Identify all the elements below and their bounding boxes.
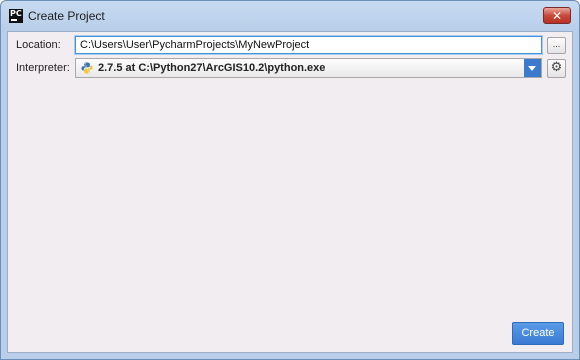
create-button[interactable]: Create xyxy=(512,322,564,345)
browse-button[interactable]: ... xyxy=(547,37,566,54)
interpreter-settings-button[interactable]: ⚙ xyxy=(547,59,566,78)
create-project-dialog: PC Create Project ✕ Location: ... Interp… xyxy=(0,0,580,360)
location-input[interactable] xyxy=(75,36,542,54)
window-title: Create Project xyxy=(28,9,105,23)
interpreter-select[interactable]: 2.7.5 at C:\Python27\ArcGIS10.2\python.e… xyxy=(75,58,542,78)
location-label: Location: xyxy=(16,39,61,51)
title-bar[interactable]: PC Create Project ✕ xyxy=(1,1,579,31)
gear-icon: ⚙ xyxy=(550,60,563,75)
chevron-down-icon[interactable] xyxy=(524,59,541,77)
interpreter-value: 2.7.5 at C:\Python27\ArcGIS10.2\python.e… xyxy=(98,62,326,74)
close-button[interactable]: ✕ xyxy=(543,7,571,24)
python-icon xyxy=(81,62,93,74)
interpreter-label: Interpreter: xyxy=(16,62,70,74)
dialog-content: Location: ... Interpreter: 2.7.5 at C:\P… xyxy=(7,31,573,353)
pycharm-app-icon: PC xyxy=(9,9,23,23)
